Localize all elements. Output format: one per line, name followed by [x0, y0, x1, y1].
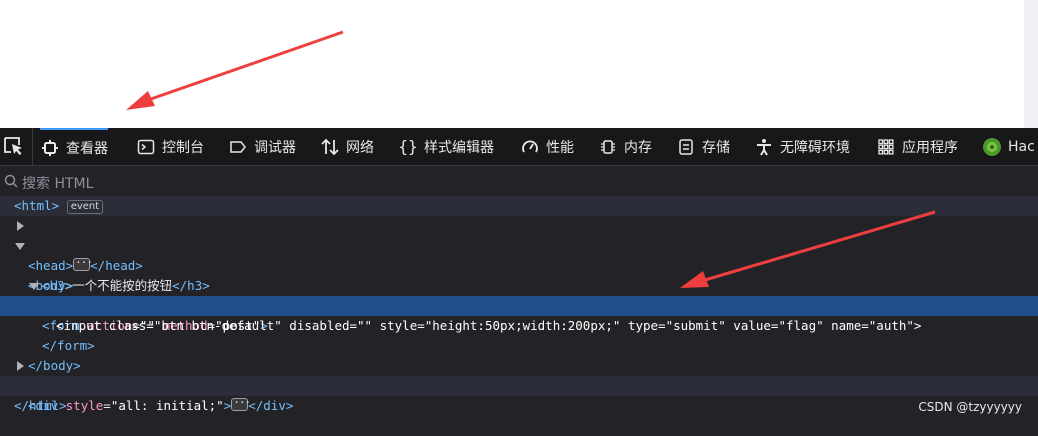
tab-label: 网络	[346, 139, 374, 156]
console-icon	[136, 137, 156, 157]
tree-node-div[interactable]: <div style="all: initial;"></div>	[0, 356, 1038, 413]
storage-icon	[676, 137, 696, 157]
tab-performance[interactable]: 性能	[520, 128, 574, 165]
accessibility-icon	[754, 137, 774, 157]
hackbar-icon	[982, 137, 1002, 157]
tree-node-head[interactable]: <head></head>	[0, 216, 1038, 273]
debugger-icon	[228, 137, 248, 157]
tree-node-form[interactable]: <form action="" method="post">	[0, 276, 1038, 333]
tab-label: 控制台	[162, 139, 204, 156]
tab-hackbar[interactable]: Hac	[982, 128, 1035, 165]
collapsed-ellipsis-icon[interactable]	[231, 393, 250, 413]
inspector-icon	[40, 138, 60, 158]
tab-label: Hac	[1008, 138, 1035, 155]
tab-console[interactable]: 控制台	[136, 128, 204, 165]
tab-application[interactable]: 应用程序	[876, 128, 958, 165]
viewport-scrollbar[interactable]	[1024, 0, 1038, 128]
tree-node-h3[interactable]: <h3>一个不能按的按钮</h3>	[0, 256, 1038, 293]
tab-inspector[interactable]: 查看器	[40, 128, 108, 165]
tab-debugger[interactable]: 调试器	[228, 128, 296, 165]
event-badge[interactable]: event	[66, 200, 104, 214]
attr-name: style	[65, 398, 104, 413]
tab-style-editor[interactable]: {} 样式编辑器	[398, 128, 494, 165]
devtools-toolbar: 查看器 控制台 调试器 网络 {} 样式编辑器 性能 内存 存储 无障碍环境 应…	[0, 128, 1038, 166]
tab-label: 样式编辑器	[424, 139, 494, 156]
tab-label: 调试器	[254, 139, 296, 156]
tree-node-html[interactable]: <html> event	[0, 196, 1038, 216]
search-icon	[4, 174, 18, 188]
element-picker-icon	[4, 137, 22, 155]
application-icon	[876, 137, 896, 157]
tag-end: >	[223, 398, 232, 413]
tag-html-open: <html>	[14, 198, 60, 213]
attr-value: "all: initial;"	[110, 398, 224, 413]
tab-storage[interactable]: 存储	[676, 128, 730, 165]
style-editor-icon: {}	[398, 137, 418, 156]
performance-icon	[520, 137, 540, 157]
tab-accessibility[interactable]: 无障碍环境	[754, 128, 850, 165]
tree-node-html-close[interactable]: </html>	[0, 376, 1038, 413]
tag-div-close: </div>	[248, 398, 294, 413]
tab-label: 无障碍环境	[780, 139, 850, 156]
tab-label: 性能	[546, 139, 574, 156]
tab-label: 存储	[702, 139, 730, 156]
page-viewport	[0, 0, 1038, 128]
tab-label: 查看器	[66, 140, 108, 157]
tree-node-body[interactable]: <body>	[0, 236, 1038, 293]
network-icon	[320, 137, 340, 157]
tree-node-form-close[interactable]: </form>	[0, 316, 1038, 353]
html-search-bar[interactable]: 搜索 HTML	[0, 166, 1038, 196]
expand-arrow-icon[interactable]	[17, 221, 24, 231]
tag-html-close: </html>	[14, 398, 67, 413]
tree-node-body-close[interactable]: </body>	[0, 336, 1038, 373]
tree-node-input-selected[interactable]: <input class="btn btn-default" disabled=…	[0, 296, 1038, 333]
memory-icon	[598, 137, 618, 157]
collapse-arrow-icon[interactable]	[15, 243, 25, 250]
tab-label: 内存	[624, 139, 652, 156]
tab-network[interactable]: 网络	[320, 128, 374, 165]
tab-label: 应用程序	[902, 139, 958, 156]
markup-tree: <html> event <head></head> <body> <h3>一个…	[0, 196, 1038, 413]
element-picker-button[interactable]	[0, 128, 33, 165]
tab-memory[interactable]: 内存	[598, 128, 652, 165]
watermark: CSDN @tzyyyyyy	[918, 400, 1022, 414]
expand-arrow-icon[interactable]	[17, 361, 24, 371]
search-input[interactable]: 搜索 HTML	[22, 173, 93, 193]
collapse-arrow-icon[interactable]	[29, 283, 39, 290]
